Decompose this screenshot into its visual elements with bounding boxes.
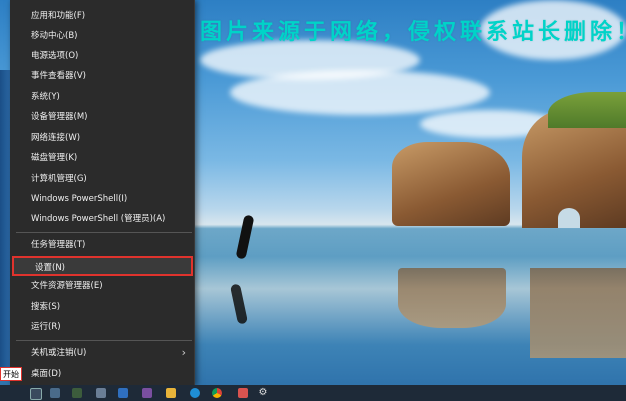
menu-item-computer-management[interactable]: 计算机管理(G) [10,169,194,189]
app-icon[interactable] [50,388,60,398]
menu-item-disk-management[interactable]: 磁盘管理(K) [10,148,194,168]
sea-stack-rock [392,142,510,226]
app-icon[interactable] [72,388,82,398]
menu-item-desktop[interactable]: 桌面(D) [10,364,194,384]
cliff-grass [548,92,626,128]
menu-item-task-manager[interactable]: 任务管理器(T) [10,235,194,255]
edge-icon[interactable] [190,388,200,398]
menu-item-file-explorer[interactable]: 文件资源管理器(E) [10,276,194,296]
chevron-right-icon: › [181,346,186,359]
menu-item-apps-features[interactable]: 应用和功能(F) [10,6,194,26]
menu-item-search[interactable]: 搜索(S) [10,297,194,317]
menu-item-powershell[interactable]: Windows PowerShell(I) [10,189,194,209]
menu-item-event-viewer[interactable]: 事件查看器(V) [10,66,194,86]
watermark-text: 图片来源于网络，侵权联系站长删除！ [200,20,626,45]
cloud [230,70,490,115]
app-icon[interactable] [96,388,106,398]
runner-reflection [229,283,249,325]
app-icon[interactable] [238,388,248,398]
folder-icon[interactable] [166,388,176,398]
desktop-edge-strip [0,70,10,380]
settings-gear-icon[interactable]: ⚙ [258,388,268,398]
rock-reflection [398,268,506,328]
arch-opening [558,208,580,228]
menu-item-device-manager[interactable]: 设备管理器(M) [10,107,194,127]
app-icon[interactable] [118,388,128,398]
menu-item-network[interactable]: 网络连接(W) [10,128,194,148]
menu-item-settings[interactable]: 设置(N) [12,256,193,276]
menu-item-mobility-center[interactable]: 移动中心(B) [10,26,194,46]
menu-separator [16,340,192,341]
task-view-icon[interactable] [30,388,42,400]
rock-reflection [530,268,626,358]
menu-item-label: 关机或注销(U) [31,348,87,358]
chrome-icon[interactable] [212,388,222,398]
menu-separator [16,232,192,233]
winx-context-menu: 应用和功能(F) 移动中心(B) 电源选项(O) 事件查看器(V) 系统(Y) … [10,0,195,386]
menu-item-power-options[interactable]: 电源选项(O) [10,46,194,66]
start-button[interactable]: 开始 [0,367,22,381]
menu-item-shutdown[interactable]: 关机或注销(U) › [10,343,194,363]
taskbar [0,385,626,401]
menu-item-run[interactable]: 运行(R) [10,317,194,337]
runner-silhouette [235,214,255,260]
app-icon[interactable] [142,388,152,398]
menu-item-system[interactable]: 系统(Y) [10,87,194,107]
menu-item-powershell-admin[interactable]: Windows PowerShell (管理员)(A) [10,209,194,229]
